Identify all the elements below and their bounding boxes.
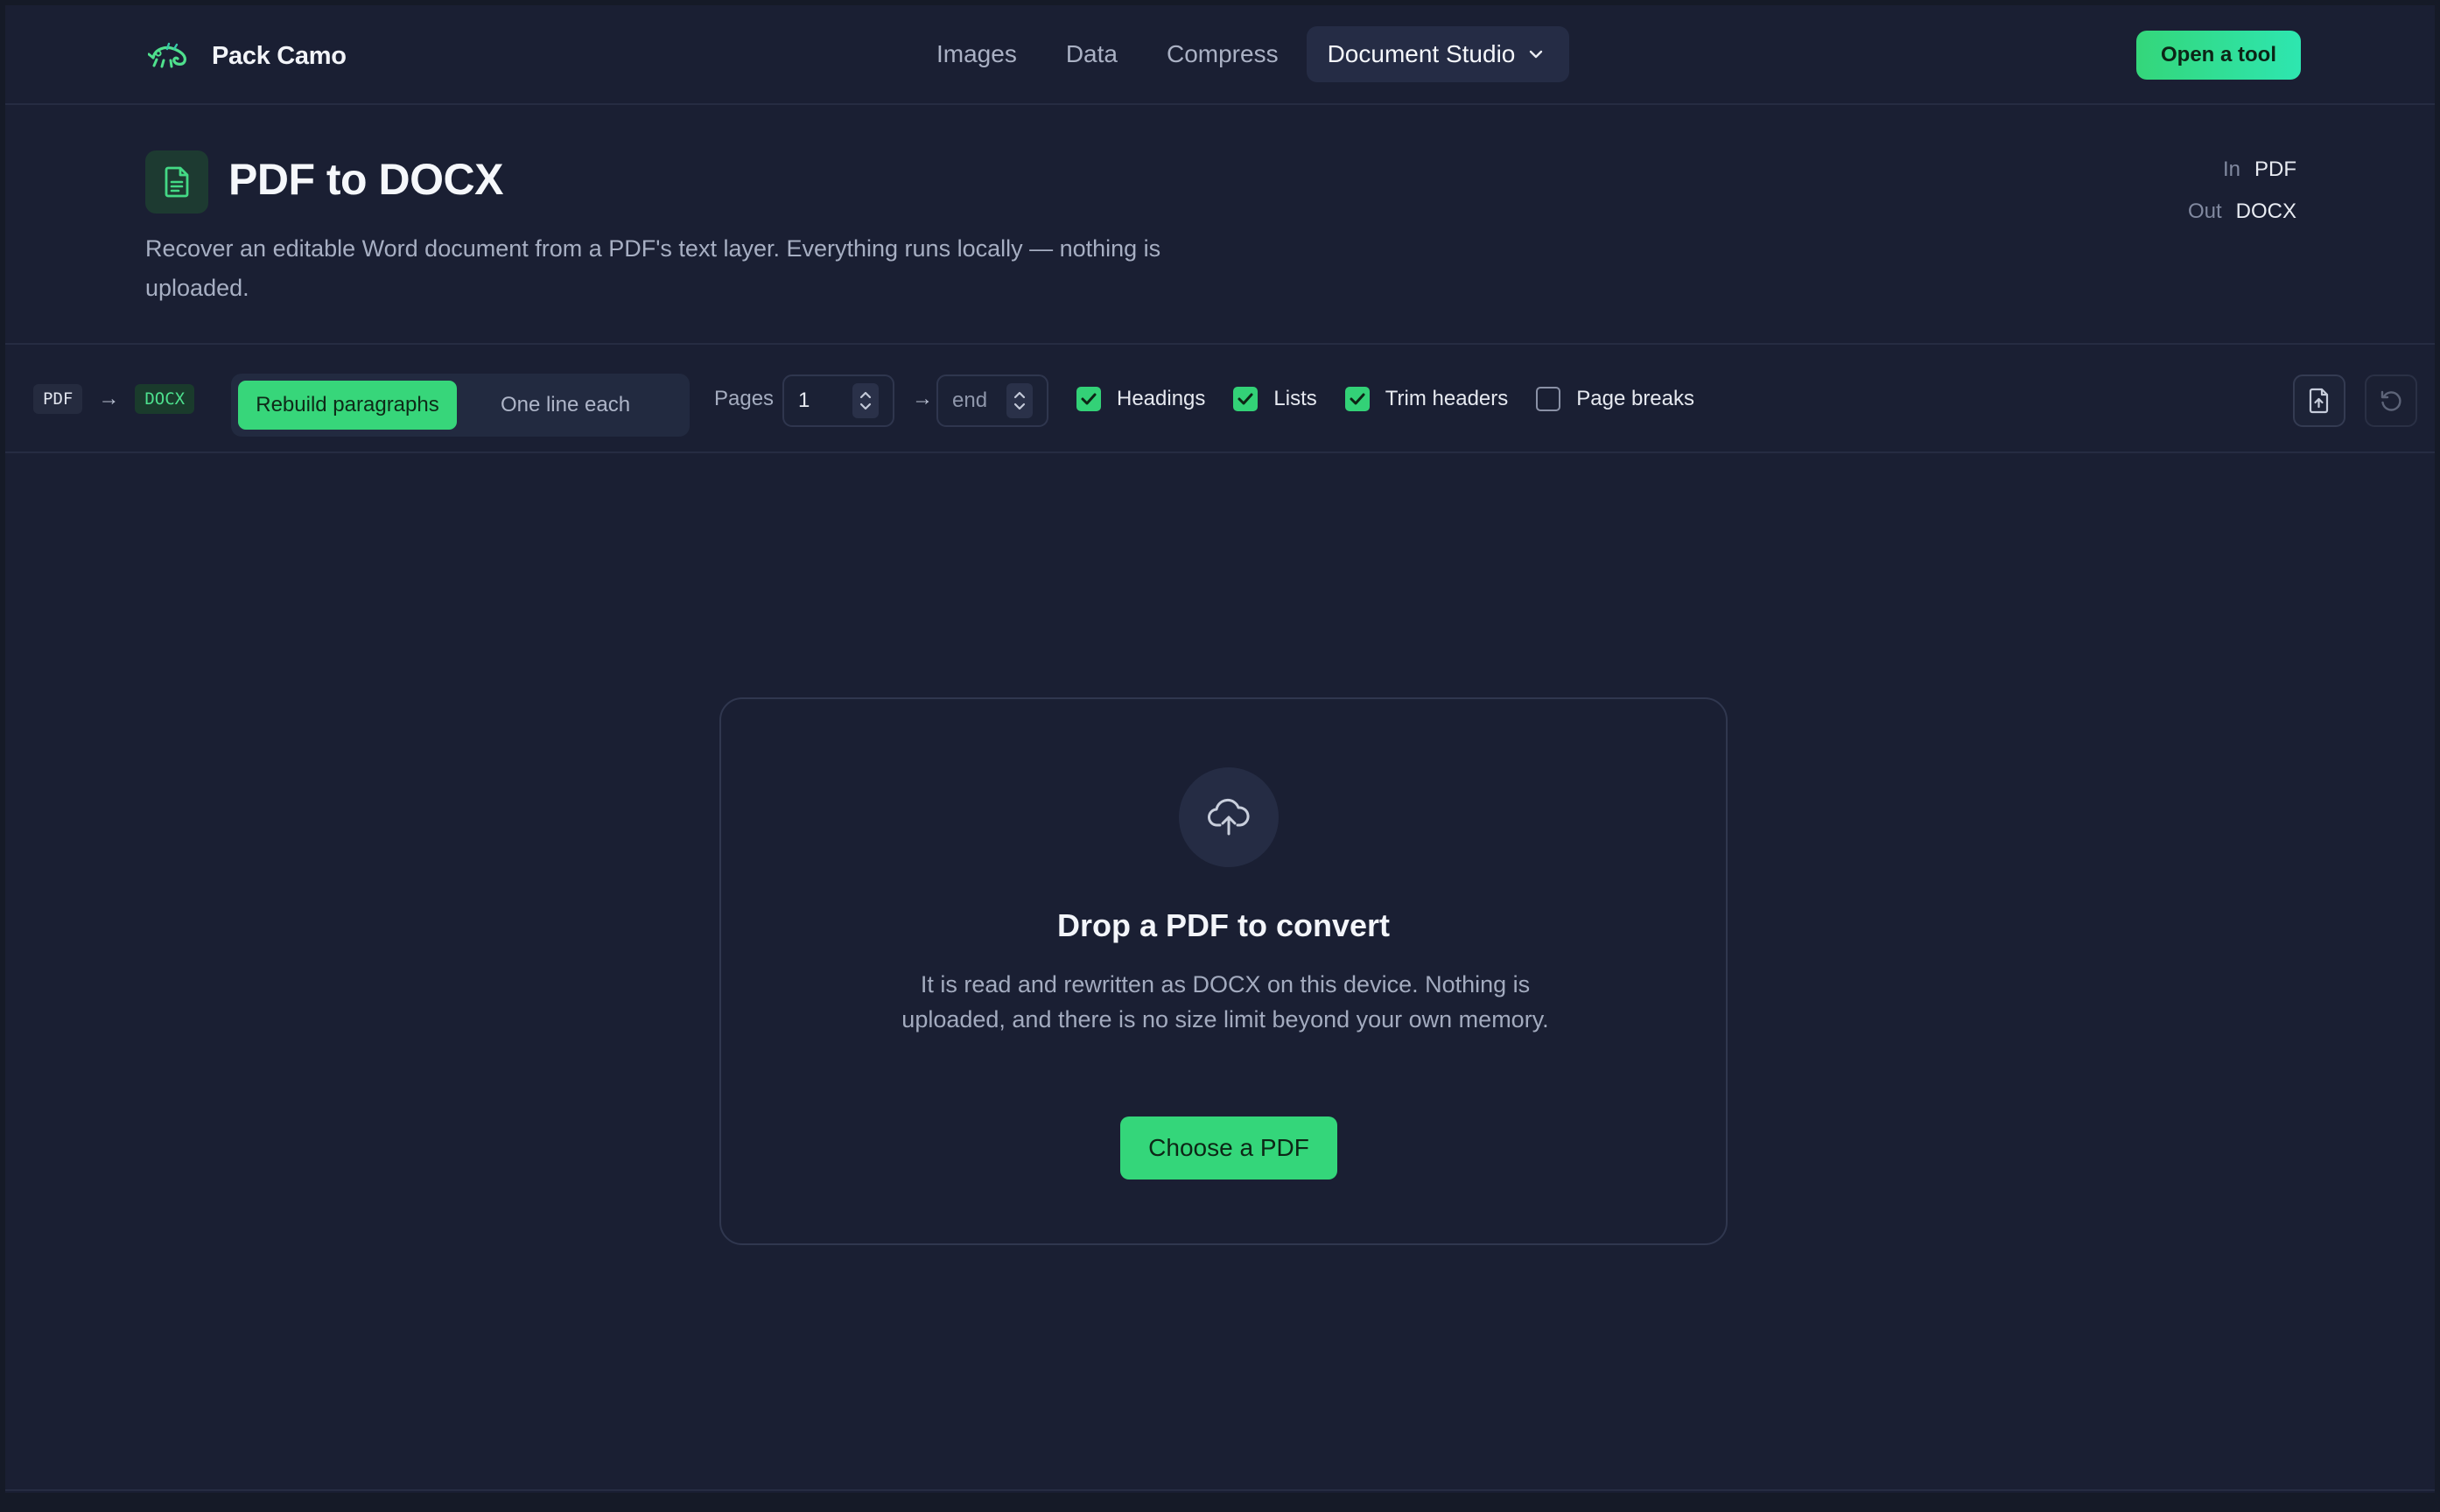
pdf-dropzone[interactable]: Drop a PDF to convert It is read and rew… xyxy=(719,697,1728,1245)
chevron-down-icon xyxy=(1530,50,1543,59)
nav-compress[interactable]: Compress xyxy=(1142,26,1303,82)
headings-checkbox[interactable]: Headings xyxy=(1076,387,1205,411)
trim-headers-label: Trim headers xyxy=(1385,387,1509,410)
cloud-upload-icon xyxy=(1179,767,1279,867)
to-format-chip: DOCX xyxy=(135,384,195,414)
file-export-icon xyxy=(2309,388,2329,414)
reset-icon xyxy=(2380,390,2401,411)
one-line-each-option[interactable]: One line each xyxy=(460,381,670,430)
export-file-button[interactable] xyxy=(2293,374,2345,427)
from-format-chip: PDF xyxy=(33,384,83,414)
rebuild-paragraphs-option[interactable]: Rebuild paragraphs xyxy=(238,381,457,430)
paragraph-mode-toggle: Rebuild paragraphs One line each xyxy=(231,374,690,437)
nav-data[interactable]: Data xyxy=(1041,26,1142,82)
page-end-placeholder: end xyxy=(952,388,988,412)
page-breaks-checkbox[interactable]: Page breaks xyxy=(1536,387,1694,411)
page-header: PDF to DOCX Recover an editable Word doc… xyxy=(5,105,2435,345)
brand[interactable]: Pack Camo xyxy=(145,34,347,78)
chameleon-icon xyxy=(145,34,194,78)
pages-label: Pages xyxy=(714,387,775,410)
checkmark-icon xyxy=(1344,387,1370,411)
reset-button[interactable] xyxy=(2365,374,2417,427)
input-format: PDF xyxy=(2254,158,2296,181)
arrow-right-icon: → xyxy=(98,387,120,410)
top-navigation-bar: Pack Camo Images Data Compress Document … xyxy=(5,5,2435,105)
page-title: PDF to DOCX xyxy=(228,155,503,204)
checkmark-icon xyxy=(1233,387,1259,411)
output-format: DOCX xyxy=(2235,200,2296,223)
brand-name: Pack Camo xyxy=(212,41,347,70)
open-a-tool-button[interactable]: Open a tool xyxy=(2136,31,2301,80)
arrow-right-icon: → xyxy=(912,387,933,410)
output-label: Out xyxy=(2187,200,2222,223)
nav-document-studio[interactable]: Document Studio xyxy=(1306,26,1570,82)
lists-checkbox[interactable]: Lists xyxy=(1233,387,1317,411)
page-description: Recover an editable Word document from a… xyxy=(145,235,1161,301)
stepper-icon[interactable] xyxy=(1006,383,1033,418)
choose-pdf-button[interactable]: Choose a PDF xyxy=(1120,1116,1337,1180)
nav-document-studio-label: Document Studio xyxy=(1327,40,1516,67)
checkbox-empty-icon xyxy=(1536,387,1561,411)
dropzone-title: Drop a PDF to convert xyxy=(1056,907,1391,943)
headings-label: Headings xyxy=(1117,387,1206,410)
dropzone-description: It is read and rewritten as DOCX on this… xyxy=(901,971,1549,1032)
input-label: In xyxy=(2222,158,2240,181)
footer-divider xyxy=(5,1489,2435,1491)
page-end-input[interactable]: end xyxy=(936,374,1048,427)
lists-label: Lists xyxy=(1273,387,1317,410)
conversion-toolbar: PDF → DOCX Rebuild paragraphs One line e… xyxy=(5,345,2435,453)
trim-headers-checkbox[interactable]: Trim headers xyxy=(1344,387,1509,411)
io-formats: In PDF Out DOCX xyxy=(2188,149,2296,233)
document-icon xyxy=(145,150,208,214)
main-nav: Images Data Compress Document Studio xyxy=(912,26,1570,82)
format-path: PDF → DOCX xyxy=(33,345,195,453)
nav-images[interactable]: Images xyxy=(912,26,1041,82)
page-start-value: 1 xyxy=(798,388,810,412)
page-start-input[interactable]: 1 xyxy=(782,374,894,427)
stepper-icon[interactable] xyxy=(852,383,879,418)
conversion-options: Headings Lists Trim headers Page breaks xyxy=(1076,345,1722,453)
app-window: Pack Camo Images Data Compress Document … xyxy=(5,5,2435,1493)
checkmark-icon xyxy=(1076,387,1101,411)
page-breaks-label: Page breaks xyxy=(1576,387,1695,410)
